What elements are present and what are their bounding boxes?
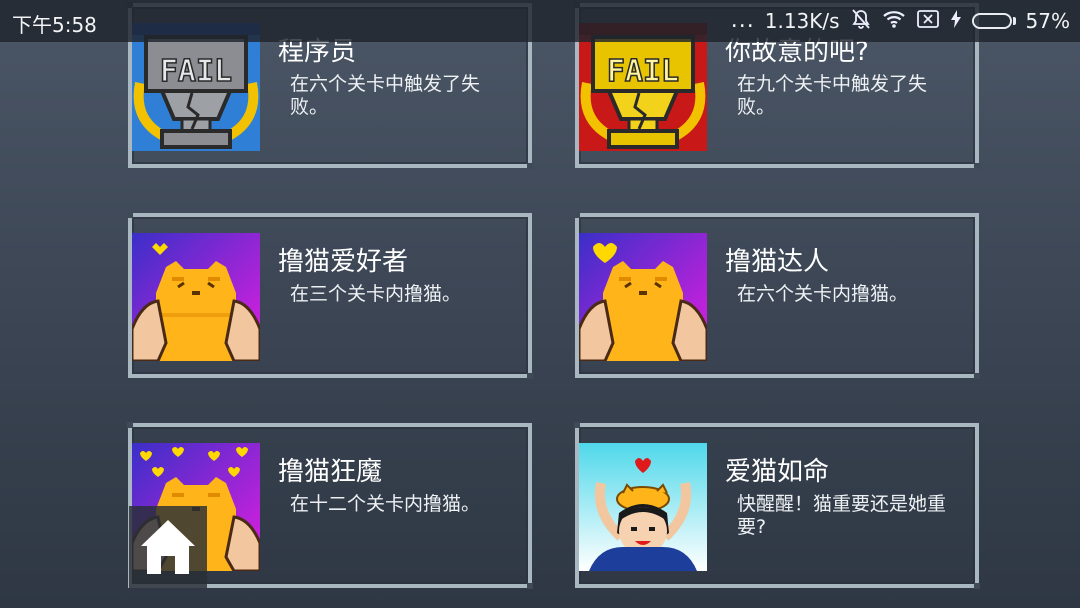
achievement-description: 在九个关卡中触发了失败。 xyxy=(737,73,928,118)
achievement-card[interactable]: 爱猫如命 快醒醒！猫重要还是她重要? xyxy=(574,422,980,589)
achievement-description: 在三个关卡内撸猫。 xyxy=(290,283,462,305)
achievement-card[interactable]: 撸猫爱好者 在三个关卡内撸猫。 xyxy=(127,212,533,379)
status-icons: ... 1.13K/s 57% xyxy=(731,7,1070,35)
status-bar: 下午5:58 ... 1.13K/s 57% xyxy=(0,0,1080,42)
achievement-title: 撸猫狂魔 xyxy=(278,457,383,487)
petting-cat-icon xyxy=(132,233,260,361)
charging-bolt-icon xyxy=(950,9,962,34)
achievement-description: 快醒醒！猫重要还是她重要? xyxy=(737,493,947,538)
achievement-title: 撸猫达人 xyxy=(725,247,830,277)
battery-percent: 57% xyxy=(1025,9,1070,33)
home-icon xyxy=(141,520,195,574)
cat-on-head-icon xyxy=(579,443,707,571)
battery-icon xyxy=(971,13,1016,29)
svg-text:FAIL: FAIL xyxy=(160,54,232,89)
more-notifications-icon: ... xyxy=(730,8,755,33)
network-speed: 1.13K/s xyxy=(764,9,840,33)
fail-trophy-silver-icon: FAIL xyxy=(132,23,260,151)
achievement-card[interactable]: 撸猫达人 在六个关卡内撸猫。 xyxy=(574,212,980,379)
petting-cat-heart-icon xyxy=(579,233,707,361)
bell-off-icon xyxy=(850,8,872,35)
achievement-description: 在六个关卡内撸猫。 xyxy=(737,283,909,305)
wifi-icon xyxy=(882,9,906,34)
svg-text:FAIL: FAIL xyxy=(607,54,679,89)
home-button[interactable] xyxy=(129,506,207,588)
achievement-description: 在六个关卡中触发了失败。 xyxy=(290,73,481,118)
achievement-title: 爱猫如命 xyxy=(725,457,830,487)
fail-trophy-gold-icon: FAIL xyxy=(579,23,707,151)
achievement-description: 在十二个关卡内撸猫。 xyxy=(290,493,481,515)
achievement-title: 撸猫爱好者 xyxy=(278,247,409,277)
no-sim-icon xyxy=(916,9,940,34)
status-time: 下午5:58 xyxy=(12,13,97,37)
